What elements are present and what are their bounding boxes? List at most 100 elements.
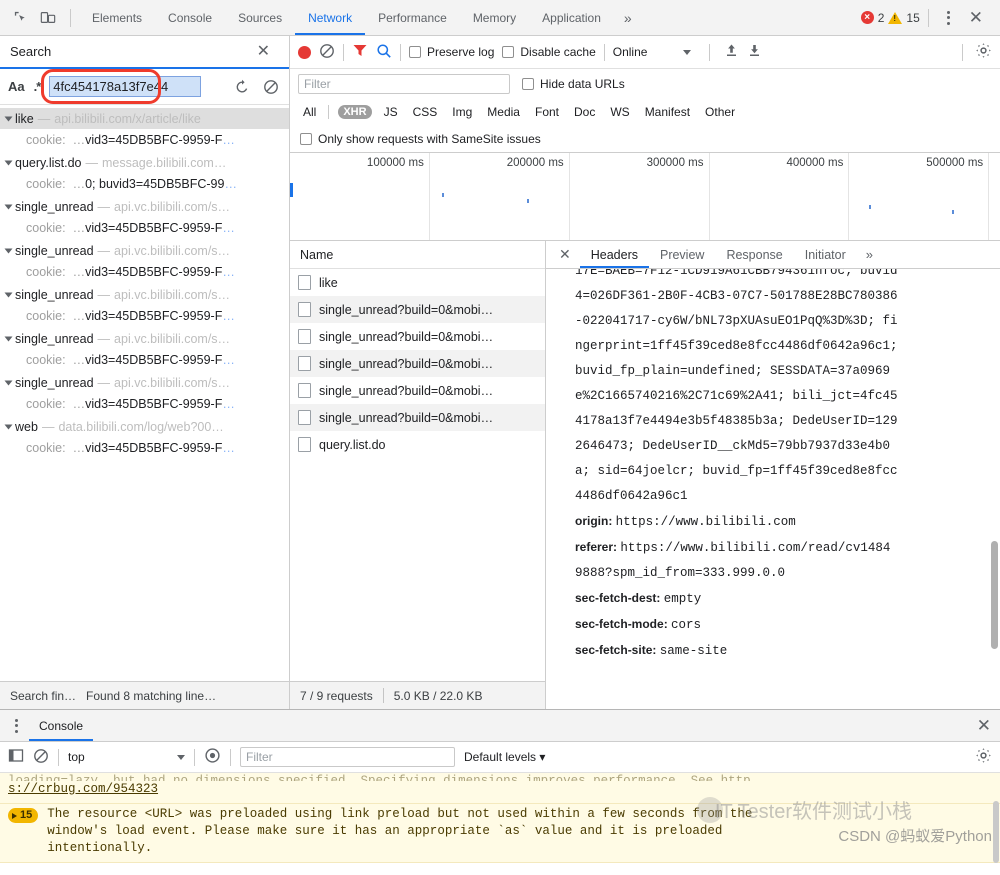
request-row[interactable]: like <box>290 269 545 296</box>
export-har-icon[interactable] <box>747 43 762 61</box>
clear-network-icon[interactable] <box>319 43 335 62</box>
type-filter-img[interactable]: Img <box>449 104 475 120</box>
hide-data-urls-box[interactable] <box>522 78 534 90</box>
preserve-log-checkbox[interactable]: Preserve log <box>409 45 494 59</box>
disable-cache-box[interactable] <box>502 46 515 58</box>
clear-search-icon[interactable] <box>261 79 281 95</box>
samesite-checkbox[interactable]: Only show requests with SameSite issues <box>300 132 541 146</box>
chevron-down-icon[interactable] <box>4 424 13 429</box>
search-result-header[interactable]: single_unread — api.vc.bilibili.com/s… <box>0 196 289 217</box>
console-settings-gear-icon[interactable] <box>975 747 992 767</box>
type-filter-xhr[interactable]: XHR <box>338 105 372 119</box>
inspect-element-icon[interactable] <box>6 5 34 31</box>
import-har-icon[interactable] <box>724 43 739 61</box>
chevron-down-icon[interactable] <box>683 49 692 55</box>
search-result-line[interactable]: cookie: …0; buvid3=45DB5BFC-99… <box>0 173 289 195</box>
search-result-line[interactable]: cookie: …vid3=45DB5BFC-9959-F… <box>0 393 289 415</box>
search-icon[interactable] <box>376 43 392 62</box>
type-filter-all[interactable]: All <box>300 104 319 120</box>
chevron-down-icon[interactable] <box>4 160 13 165</box>
chevron-down-icon[interactable] <box>4 292 13 297</box>
tab-elements[interactable]: Elements <box>79 0 155 35</box>
type-filter-manifest[interactable]: Manifest <box>642 104 693 120</box>
tab-response[interactable]: Response <box>715 241 793 268</box>
type-filter-doc[interactable]: Doc <box>571 104 598 120</box>
search-result-header[interactable]: like — api.bilibili.com/x/article/like <box>0 108 289 129</box>
chevron-down-icon[interactable] <box>4 248 13 253</box>
close-devtools-icon[interactable]: ✕ <box>960 9 992 26</box>
console-filter-input[interactable] <box>240 747 455 767</box>
tab-console[interactable]: Console <box>155 0 225 35</box>
request-row[interactable]: single_unread?build=0&mobi… <box>290 296 545 323</box>
console-sidebar-icon[interactable] <box>8 748 24 766</box>
type-filter-media[interactable]: Media <box>484 104 523 120</box>
search-result-header[interactable]: single_unread — api.vc.bilibili.com/s… <box>0 372 289 393</box>
type-filter-other[interactable]: Other <box>702 104 738 120</box>
preserve-log-box[interactable] <box>409 46 421 58</box>
device-toolbar-icon[interactable] <box>34 5 62 31</box>
devtools-menu-icon[interactable] <box>937 10 960 25</box>
match-case-icon[interactable]: Aa <box>8 79 25 94</box>
search-result-header[interactable]: web — data.bilibili.com/log/web?00… <box>0 416 289 437</box>
filter-funnel-icon[interactable] <box>352 43 368 61</box>
request-row[interactable]: single_unread?build=0&mobi… <box>290 350 545 377</box>
drawer-tab-console[interactable]: Console <box>29 710 93 741</box>
console-message-truncated[interactable]: loading=lazy, but had no dimensions spec… <box>0 773 1000 804</box>
console-message-warning[interactable]: 15 The resource <URL> was preloaded usin… <box>0 804 1000 863</box>
tab-memory[interactable]: Memory <box>460 0 529 35</box>
console-messages[interactable]: loading=lazy, but had no dimensions spec… <box>0 773 1000 875</box>
request-row[interactable]: query.list.do <box>290 431 545 458</box>
search-result-line[interactable]: cookie: …vid3=45DB5BFC-9959-F… <box>0 305 289 327</box>
search-result-header[interactable]: single_unread — api.vc.bilibili.com/s… <box>0 240 289 261</box>
close-search-icon[interactable]: ✕ <box>248 43 279 60</box>
request-row[interactable]: single_unread?build=0&mobi… <box>290 323 545 350</box>
context-chevron-down-icon[interactable] <box>177 754 185 760</box>
regex-icon[interactable]: .* <box>34 79 42 94</box>
request-row[interactable]: single_unread?build=0&mobi… <box>290 377 545 404</box>
network-overview-timeline[interactable]: 100000 ms 200000 ms 300000 ms 400000 ms 5000… <box>290 153 1000 241</box>
chevron-down-icon[interactable] <box>4 336 13 341</box>
headers-content[interactable]: 17E=BAEB=7F12-1CD919A61CBB794361hfoc; bu… <box>546 269 1000 709</box>
details-scrollbar[interactable] <box>991 541 998 649</box>
search-result-line[interactable]: cookie: …vid3=45DB5BFC-9959-F… <box>0 437 289 459</box>
refresh-search-icon[interactable] <box>232 79 252 95</box>
search-results-list[interactable]: like — api.bilibili.com/x/article/like cook… <box>0 105 289 681</box>
tab-headers[interactable]: Headers <box>580 241 649 268</box>
close-drawer-icon[interactable]: ✕ <box>968 717 1000 734</box>
search-result-line[interactable]: cookie: …vid3=45DB5BFC-9959-F… <box>0 349 289 371</box>
tab-performance[interactable]: Performance <box>365 0 460 35</box>
gear-icon[interactable] <box>975 42 992 62</box>
chevron-down-icon[interactable] <box>4 380 13 385</box>
tab-sources[interactable]: Sources <box>225 0 295 35</box>
disable-cache-checkbox[interactable]: Disable cache <box>502 45 596 59</box>
search-result-line[interactable]: cookie: …vid3=45DB5BFC-9959-F… <box>0 217 289 239</box>
more-tabs-icon[interactable]: » <box>614 10 642 26</box>
search-result-header[interactable]: single_unread — api.vc.bilibili.com/s… <box>0 328 289 349</box>
tab-preview[interactable]: Preview <box>649 241 715 268</box>
chevron-down-icon[interactable] <box>4 204 13 209</box>
tab-application[interactable]: Application <box>529 0 614 35</box>
search-result-header[interactable]: single_unread — api.vc.bilibili.com/s… <box>0 284 289 305</box>
issue-counts[interactable]: × 2 15 <box>860 11 920 25</box>
more-detail-tabs-icon[interactable]: » <box>857 247 882 262</box>
throttling-select[interactable]: Online <box>613 45 648 59</box>
type-filter-font[interactable]: Font <box>532 104 562 120</box>
type-filter-js[interactable]: JS <box>381 104 401 120</box>
console-levels-select[interactable]: Default levels ▾ <box>464 750 545 764</box>
search-result-line[interactable]: cookie: …vid3=45DB5BFC-9959-F… <box>0 129 289 151</box>
tab-initiator[interactable]: Initiator <box>794 241 857 268</box>
clear-console-icon[interactable] <box>33 748 49 767</box>
live-expression-icon[interactable] <box>204 747 221 767</box>
network-filter-input[interactable] <box>298 74 510 94</box>
record-stop-icon[interactable] <box>298 45 311 59</box>
type-filter-css[interactable]: CSS <box>410 104 441 120</box>
console-scrollbar[interactable] <box>993 801 999 863</box>
console-context-select[interactable]: top <box>68 750 168 764</box>
console-crbug-link[interactable]: s://crbug.com/954323 <box>8 782 158 796</box>
console-message-count-badge[interactable]: 15 <box>8 808 39 823</box>
close-details-icon[interactable]: ✕ <box>550 246 580 263</box>
chevron-down-icon[interactable] <box>4 116 13 121</box>
tab-network[interactable]: Network <box>295 0 365 35</box>
search-input[interactable] <box>49 76 202 97</box>
search-result-header[interactable]: query.list.do — message.bilibili.com… <box>0 152 289 173</box>
